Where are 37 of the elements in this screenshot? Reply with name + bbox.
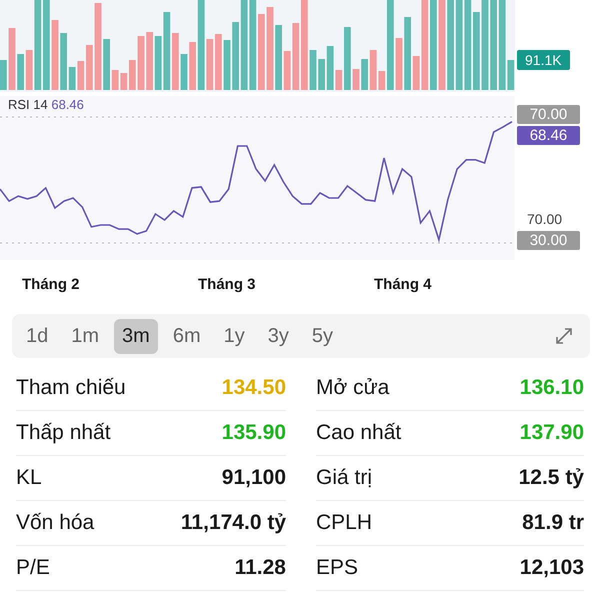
volume-value-badge: 91.1K xyxy=(517,50,570,70)
band-level-badge: 30.00 xyxy=(517,231,580,250)
rsi-value-badge: 68.46 xyxy=(517,126,580,145)
band-level-badge: 70.00 xyxy=(517,105,580,124)
stat-value: 11.28 xyxy=(234,556,286,580)
stat-label: P/E xyxy=(16,556,50,580)
stat-value: 12,103 xyxy=(520,556,584,580)
period-tab[interactable]: 5y xyxy=(304,318,342,354)
period-tab[interactable]: 3y xyxy=(260,318,297,354)
stat-value: 134.50 xyxy=(222,376,286,400)
stat-value: 136.10 xyxy=(520,376,584,400)
stat-value: 81.9 tr xyxy=(522,511,584,535)
stat-label: Cao nhất xyxy=(316,421,402,445)
period-tab[interactable]: 1d xyxy=(18,318,56,354)
stat-label: KL xyxy=(16,466,42,490)
stat-value: 135.90 xyxy=(222,421,286,445)
stat-value: 11,174.0 tỷ xyxy=(180,511,286,535)
period-tab[interactable]: 3m xyxy=(114,318,158,354)
month-label: Tháng 3 xyxy=(198,276,256,293)
rsi-label: RSI 14 68.46 xyxy=(8,97,84,112)
stat-label: Thấp nhất xyxy=(16,421,111,445)
expand-icon[interactable] xyxy=(554,326,574,346)
stat-value: 137.90 xyxy=(520,421,584,445)
month-label: Tháng 4 xyxy=(374,276,432,293)
stat-label: EPS xyxy=(316,556,358,580)
stat-label: Mở cửa xyxy=(316,376,390,400)
period-tab[interactable]: 6m xyxy=(164,318,209,354)
axis-label: 70.00 xyxy=(527,211,562,227)
stat-label: Vốn hóa xyxy=(16,511,94,535)
stat-value: 91,100 xyxy=(222,466,286,490)
month-label: Tháng 2 xyxy=(22,276,80,293)
period-tab[interactable]: 1y xyxy=(216,318,253,354)
period-tab[interactable]: 1m xyxy=(63,318,108,354)
stat-label: Giá trị xyxy=(316,466,372,490)
stat-value: 12.5 tỷ xyxy=(518,466,584,490)
stat-label: Tham chiếu xyxy=(16,376,126,400)
stat-label: CPLH xyxy=(316,511,372,535)
